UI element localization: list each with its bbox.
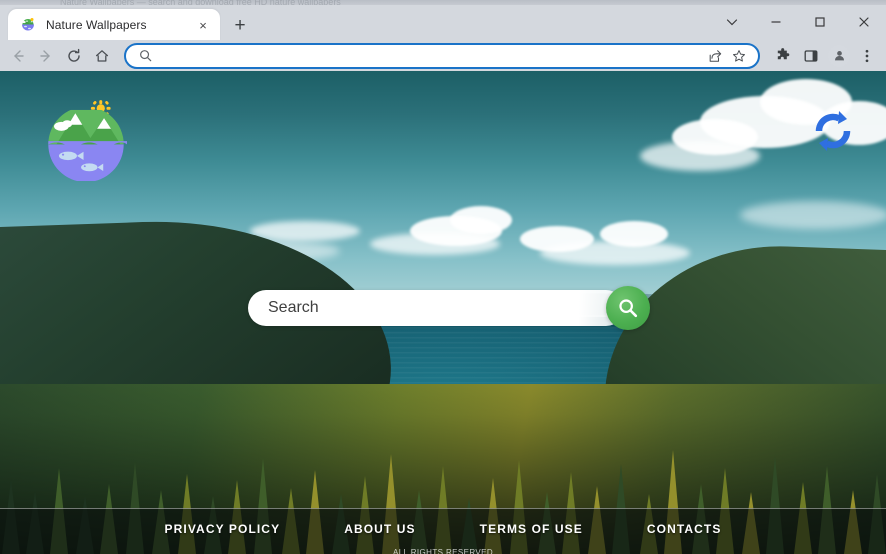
forward-button[interactable]: [32, 42, 60, 70]
browser-toolbar: [0, 40, 886, 71]
footer-link-privacy-policy[interactable]: PRIVACY POLICY: [165, 522, 281, 536]
close-button[interactable]: [842, 7, 886, 37]
site-search-field[interactable]: [248, 290, 624, 326]
footer-link-terms-of-use[interactable]: TERMS OF USE: [480, 522, 583, 536]
arrow-left-icon: [14, 49, 24, 62]
cloud: [740, 201, 886, 229]
tab-strip: Nature Wallpapers × +: [0, 5, 886, 41]
site-search-button[interactable]: [606, 286, 650, 330]
omnibox-actions: [704, 45, 750, 67]
footer-copyright: ALL RIGHTS RESERVED: [392, 548, 494, 554]
cloud: [640, 141, 760, 171]
site-search-input[interactable]: [268, 299, 584, 317]
window-controls: [710, 5, 886, 39]
cloud: [600, 221, 668, 247]
tab-title: Nature Wallpapers: [46, 18, 147, 32]
arrow-right-icon: [40, 49, 50, 62]
tab-search-button[interactable]: [710, 7, 754, 37]
person-icon: [828, 44, 850, 67]
minimize-button[interactable]: [754, 7, 798, 37]
refresh-wallpaper-icon[interactable]: [805, 103, 861, 159]
tab-close-icon[interactable]: ×: [194, 16, 212, 34]
new-tab-button[interactable]: +: [228, 13, 252, 37]
browser-window: Nature Wallpapers — search and download …: [0, 0, 886, 554]
tab-nature-wallpapers[interactable]: Nature Wallpapers ×: [8, 9, 220, 41]
puzzle-piece-icon: [777, 47, 790, 59]
nature-globe-favicon: [20, 17, 36, 33]
cloud: [450, 206, 512, 234]
address-input[interactable]: [160, 44, 704, 67]
site-search: [248, 286, 652, 330]
profile-button[interactable]: [826, 43, 852, 69]
site-footer: PRIVACY POLICY ABOUT US TERMS OF USE CON…: [0, 508, 886, 554]
close-icon: [859, 17, 869, 27]
reload-button[interactable]: [60, 42, 88, 70]
chrome-menu-button[interactable]: [854, 43, 880, 69]
minimize-icon: [771, 21, 781, 23]
search-icon: [138, 49, 152, 63]
share-icon[interactable]: [704, 45, 726, 67]
footer-link-about-us[interactable]: ABOUT US: [344, 522, 415, 536]
browser-chrome: Nature Wallpapers × +: [0, 5, 886, 71]
three-dot-menu-icon: [865, 49, 869, 62]
cloud: [370, 233, 500, 255]
reload-icon: [68, 48, 80, 62]
back-button[interactable]: [4, 42, 32, 70]
home-icon: [95, 49, 109, 62]
address-bar[interactable]: [124, 42, 760, 69]
extensions-button[interactable]: [770, 43, 796, 69]
footer-link-contacts[interactable]: CONTACTS: [647, 522, 722, 536]
maximize-icon: [815, 17, 825, 27]
side-panel-icon: [804, 49, 818, 62]
search-icon: [619, 299, 638, 318]
nature-logo[interactable]: [45, 93, 127, 183]
side-panel-button[interactable]: [798, 43, 824, 69]
page-content: PRIVACY POLICY ABOUT US TERMS OF USE CON…: [0, 71, 886, 554]
maximize-button[interactable]: [798, 7, 842, 37]
star-icon[interactable]: [728, 45, 750, 67]
home-button[interactable]: [88, 42, 116, 70]
chevron-down-icon: [726, 19, 738, 26]
